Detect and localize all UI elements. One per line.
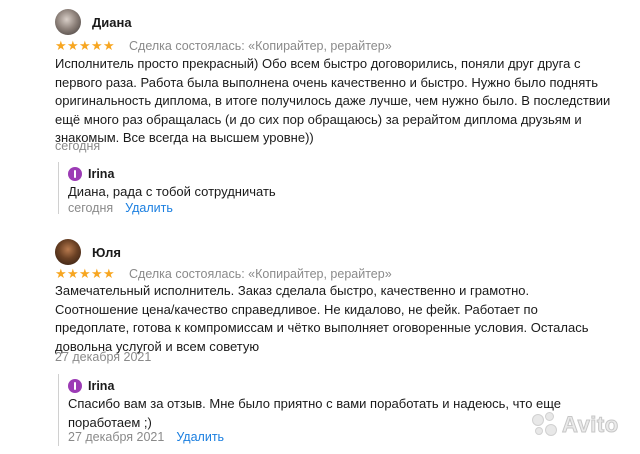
review-author-name[interactable]: Диана — [92, 15, 132, 30]
review-author-row: Диана — [55, 8, 132, 36]
review-text: Замечательный исполнитель. Заказ сделала… — [55, 283, 589, 354]
star-icon: ★ — [79, 266, 91, 281]
reply-footer: сегодня Удалить — [68, 201, 173, 215]
reply-footer: 27 декабря 2021 Удалить — [68, 430, 224, 444]
star-icon: ★ — [91, 38, 103, 53]
avatar[interactable] — [55, 9, 81, 35]
review-date: сегодня — [55, 139, 101, 153]
review-author-row: Юля — [55, 238, 121, 266]
seller-profile-icon — [68, 379, 82, 393]
watermark-text: Avito — [562, 412, 619, 438]
star-icon: ★ — [67, 266, 79, 281]
reply-text: Диана, рада с тобой сотрудничать — [68, 184, 276, 199]
star-icon: ★ — [79, 38, 91, 53]
star-rating: ★ ★ ★ ★ ★ — [55, 39, 115, 53]
review-meta: ★ ★ ★ ★ ★ Сделка состоялась: «Копирайтер… — [55, 38, 392, 54]
star-icon: ★ — [55, 266, 67, 281]
star-icon: ★ — [103, 266, 115, 281]
star-icon: ★ — [103, 38, 115, 53]
deal-status: Сделка состоялась: «Копирайтер, рерайтер… — [129, 267, 392, 281]
review-meta: ★ ★ ★ ★ ★ Сделка состоялась: «Копирайтер… — [55, 266, 392, 282]
avito-watermark: Avito — [532, 412, 619, 438]
review-author-name[interactable]: Юля — [92, 245, 121, 260]
delete-reply-link[interactable]: Удалить — [125, 201, 173, 215]
star-icon: ★ — [55, 38, 67, 53]
review-date: 27 декабря 2021 — [55, 350, 152, 364]
avatar[interactable] — [55, 239, 81, 265]
review-text: Исполнитель просто прекрасный) Обо всем … — [55, 56, 611, 145]
star-icon: ★ — [91, 266, 103, 281]
reply-author-name: Irina — [88, 379, 115, 393]
delete-reply-link[interactable]: Удалить — [176, 430, 224, 444]
star-icon: ★ — [67, 38, 79, 53]
reply-author-name: Irina — [88, 167, 115, 181]
star-rating: ★ ★ ★ ★ ★ — [55, 267, 115, 281]
reply-header: Irina — [68, 166, 114, 182]
avito-logo-icon — [532, 412, 558, 438]
deal-status: Сделка состоялась: «Копирайтер, рерайтер… — [129, 39, 392, 53]
seller-profile-icon — [68, 167, 82, 181]
seller-reply: Irina Диана, рада с тобой сотрудничать с… — [58, 162, 618, 215]
reply-header: Irina — [68, 378, 114, 394]
reply-date: 27 декабря 2021 — [68, 430, 165, 444]
reply-date: сегодня — [68, 201, 114, 215]
